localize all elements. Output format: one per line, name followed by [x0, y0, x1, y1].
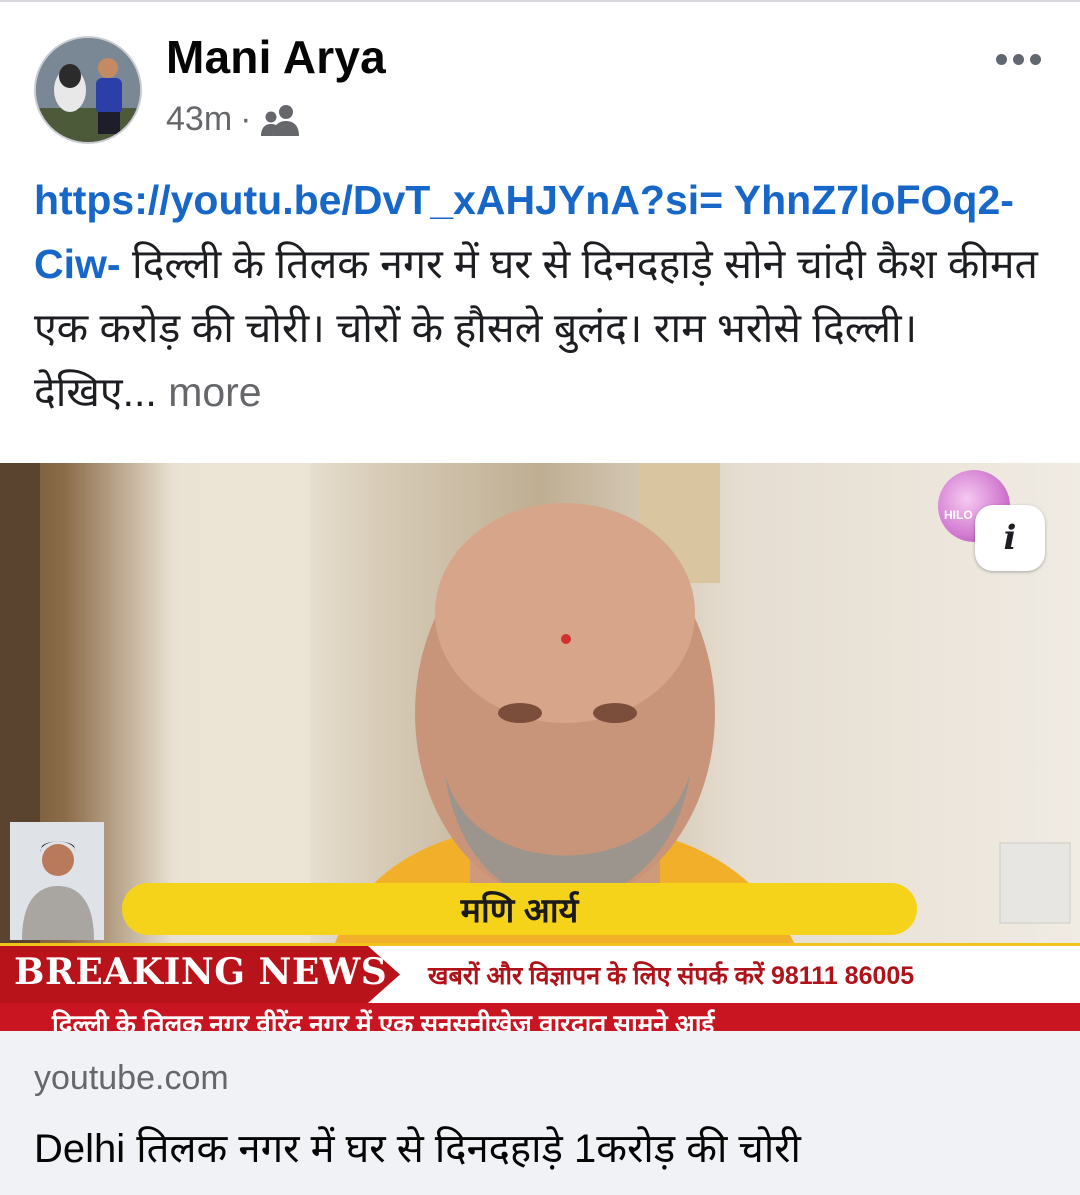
- speaker-nameplate: मणि आर्य: [122, 883, 917, 935]
- post-time[interactable]: 43m: [166, 100, 232, 139]
- more-options-icon[interactable]: [996, 48, 1052, 70]
- info-icon[interactable]: i: [975, 505, 1045, 571]
- avatar-image: [36, 38, 140, 142]
- reporter-inset: [10, 822, 104, 940]
- author-avatar[interactable]: [34, 36, 142, 144]
- post-meta: 43m ·: [166, 100, 303, 139]
- see-more-link[interactable]: more: [168, 369, 261, 415]
- breaking-news-label: BREAKING NEWS: [14, 951, 388, 993]
- breaking-news-badge: BREAKING NEWS: [0, 946, 400, 1003]
- dot: [1013, 53, 1024, 65]
- reporter-photo: [10, 822, 104, 940]
- author-name[interactable]: Mani Arya: [166, 30, 386, 84]
- ticker-text: दिल्ली के तिलक नगर वीरेंद नगर में एक सनस…: [52, 1009, 715, 1031]
- post-body: https://youtu.be/DvT_xAHJYnA?si= YhnZ7lo…: [34, 168, 1049, 424]
- dot: [1030, 53, 1041, 65]
- top-divider: [0, 0, 1080, 2]
- contact-text: खबरों और विज्ञापन के लिए संपर्क करें 981…: [428, 962, 915, 990]
- link-title[interactable]: Delhi तिलक नगर में घर से दिनदहाड़े 1करोड…: [34, 1119, 801, 1174]
- link-preview-card[interactable]: youtube.com Delhi तिलक नगर में घर से दिन…: [0, 1031, 1080, 1195]
- nameplate-text: मणि आर्य: [460, 892, 579, 930]
- friends-icon: [261, 104, 300, 136]
- news-ticker: दिल्ली के तिलक नगर वीरेंद नगर में एक सनस…: [0, 1003, 1080, 1031]
- meta-separator: ·: [240, 100, 252, 138]
- dot: [996, 53, 1007, 65]
- link-domain: youtube.com: [34, 1059, 229, 1097]
- channel-logo-text: HILO: [944, 508, 973, 522]
